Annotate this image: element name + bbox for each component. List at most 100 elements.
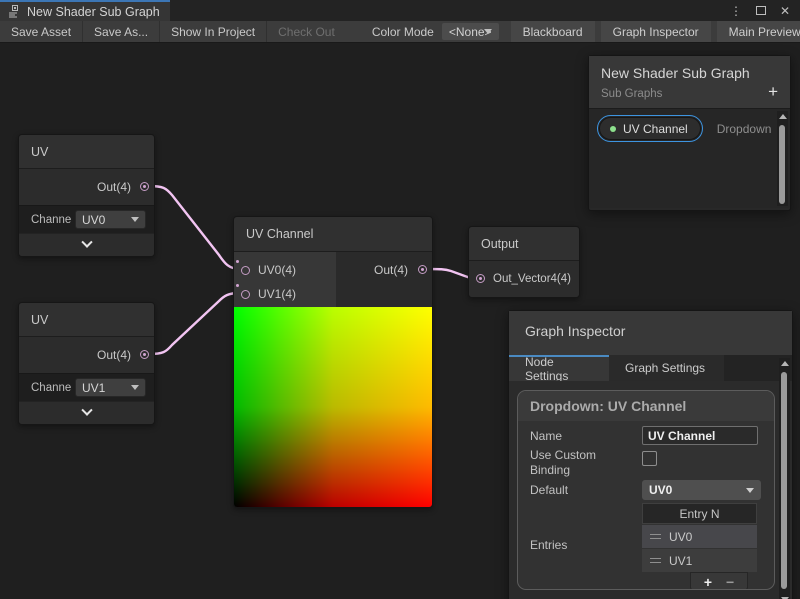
inspector-scrollbar[interactable] [779, 358, 790, 599]
default-dropdown[interactable]: UV0 [642, 480, 761, 500]
save-asset-button[interactable]: Save Asset [0, 21, 83, 42]
channel-label: Channe [31, 214, 75, 226]
entry-label: UV1 [669, 554, 692, 568]
output-port[interactable] [140, 182, 149, 191]
port-label-uv0: UV0(4) [258, 263, 296, 277]
collapse-button[interactable] [19, 401, 154, 424]
input-port-uv1[interactable] [241, 290, 250, 299]
node-uv-2[interactable]: UV Out(4) Channe UV1 [18, 302, 155, 425]
add-entry-button[interactable]: + [704, 575, 712, 589]
node-output-row: Out(4) [19, 169, 154, 205]
edge-uv1-to-uvchannel[interactable] [149, 293, 240, 354]
tab-new-shader-sub-graph[interactable]: New Shader Sub Graph [0, 0, 170, 21]
chevron-down-icon [81, 405, 92, 416]
main-preview-toggle-button[interactable]: Main Preview [717, 21, 800, 42]
default-label: Default [530, 483, 568, 497]
blackboard-subtitle: Sub Graphs [601, 88, 778, 100]
node-uv-channel[interactable]: UV Channel UV0(4) UV1(4) Out(4) [233, 216, 433, 508]
blackboard-scrollbar[interactable] [777, 111, 788, 206]
blackboard-toggle-button[interactable]: Blackboard [511, 21, 595, 42]
node-title[interactable]: UV [19, 135, 154, 169]
port-label-out: Out(4) [374, 258, 408, 282]
scrollbar-thumb[interactable] [781, 372, 787, 589]
port-label-out: Out(4) [97, 337, 131, 373]
inspector-header[interactable]: Graph Inspector [509, 311, 792, 355]
chevron-down-icon [484, 29, 492, 34]
tab-title: New Shader Sub Graph [27, 5, 160, 19]
property-type-label: Dropdown [717, 122, 772, 136]
graph-canvas[interactable]: UV Out(4) Channe UV0 UV Out(4) [0, 44, 800, 599]
chevron-down-icon [131, 217, 139, 222]
edge-uv0-to-uvchannel[interactable] [149, 186, 240, 269]
close-icon[interactable]: ✕ [780, 5, 790, 17]
property-pill-uv-channel[interactable]: UV Channel [599, 117, 701, 140]
node-title[interactable]: UV [19, 303, 154, 337]
chevron-down-icon [81, 237, 92, 248]
inspector-tabs: Node Settings Graph Settings [509, 355, 792, 381]
blackboard-title: New Shader Sub Graph [601, 65, 778, 81]
tab-node-settings[interactable]: Node Settings [509, 355, 609, 381]
channel-value: UV0 [82, 213, 105, 227]
dropdown-settings-box: Dropdown: UV Channel Name Use Custom Bin… [517, 390, 775, 590]
entry-row-uv1[interactable]: UV1 [642, 549, 757, 572]
input-port-out-vector4[interactable] [476, 274, 485, 283]
port-label-uv1: UV1(4) [258, 287, 296, 301]
entries-list: Entry N UV0 UV1 [642, 503, 757, 572]
node-title[interactable]: UV Channel [234, 217, 432, 252]
node-title[interactable]: Output [469, 227, 579, 261]
output-port[interactable] [140, 350, 149, 359]
channel-dropdown[interactable]: UV1 [75, 378, 146, 397]
entries-label: Entries [530, 538, 567, 552]
node-input-row: Out_Vector4(4) [469, 261, 579, 297]
input-port-row: UV1(4) [234, 282, 296, 306]
collapse-button[interactable] [19, 233, 154, 256]
channel-row: Channe UV1 [19, 373, 154, 401]
entries-footer: + − [690, 572, 748, 590]
default-value: UV0 [649, 483, 672, 497]
remove-entry-button[interactable]: − [726, 575, 734, 589]
entry-label: UV0 [669, 530, 692, 544]
node-output[interactable]: Output Out_Vector4(4) [468, 226, 580, 298]
channel-dropdown[interactable]: UV0 [75, 210, 146, 229]
shader-graph-window: New Shader Sub Graph ⋮ ✕ Save Asset Save… [0, 0, 800, 599]
blackboard-panel: New Shader Sub Graph Sub Graphs + UV Cha… [588, 55, 791, 211]
graph-inspector-panel: Graph Inspector Node Settings Graph Sett… [508, 310, 793, 599]
check-out-button: Check Out [267, 21, 346, 42]
maximize-icon[interactable] [756, 6, 766, 15]
channel-row: Channe UV0 [19, 205, 154, 233]
blackboard-body: UV Channel Dropdown [589, 109, 790, 208]
input-port-row: UV0(4) [234, 258, 296, 282]
input-port-uv0[interactable] [241, 266, 250, 275]
drag-handle-icon[interactable] [650, 558, 661, 563]
property-label: UV Channel [623, 122, 688, 136]
output-port[interactable] [418, 265, 427, 274]
toolbar: Save Asset Save As... Show In Project Ch… [0, 21, 800, 43]
use-custom-binding-label: Use Custom Binding [530, 448, 622, 478]
node-output-row: Out(4) [19, 337, 154, 373]
scroll-up-icon[interactable] [779, 114, 787, 119]
kebab-menu-icon[interactable]: ⋮ [730, 5, 742, 17]
color-mode-label: Color Mode [346, 21, 442, 42]
scroll-up-icon[interactable] [781, 361, 789, 366]
graph-inspector-toggle-button[interactable]: Graph Inspector [601, 21, 711, 42]
use-custom-binding-checkbox[interactable] [642, 451, 657, 466]
save-as-button[interactable]: Save As... [83, 21, 160, 42]
show-in-project-button[interactable]: Show In Project [160, 21, 267, 42]
entry-row-uv0[interactable]: UV0 [642, 525, 757, 548]
drag-handle-icon[interactable] [650, 534, 661, 539]
toolbar-toggles: Blackboard Graph Inspector Main Preview [505, 21, 800, 42]
node-uv-1[interactable]: UV Out(4) Channe UV0 [18, 134, 155, 257]
blackboard-item: UV Channel Dropdown [599, 117, 771, 140]
port-label-out: Out(4) [97, 169, 131, 205]
blackboard-header[interactable]: New Shader Sub Graph Sub Graphs + [589, 56, 790, 109]
channel-label: Channe [31, 382, 75, 394]
color-mode-dropdown[interactable]: <None> [442, 23, 499, 40]
name-field[interactable] [642, 426, 758, 445]
channel-value: UV1 [82, 381, 105, 395]
ports-section: UV0(4) UV1(4) Out(4) [234, 252, 432, 307]
port-label-out-vector4: Out_Vector4(4) [493, 261, 571, 297]
add-property-button[interactable]: + [768, 83, 778, 100]
tab-graph-settings[interactable]: Graph Settings [609, 355, 724, 381]
scrollbar-thumb[interactable] [779, 125, 785, 204]
chevron-down-icon [746, 488, 754, 493]
